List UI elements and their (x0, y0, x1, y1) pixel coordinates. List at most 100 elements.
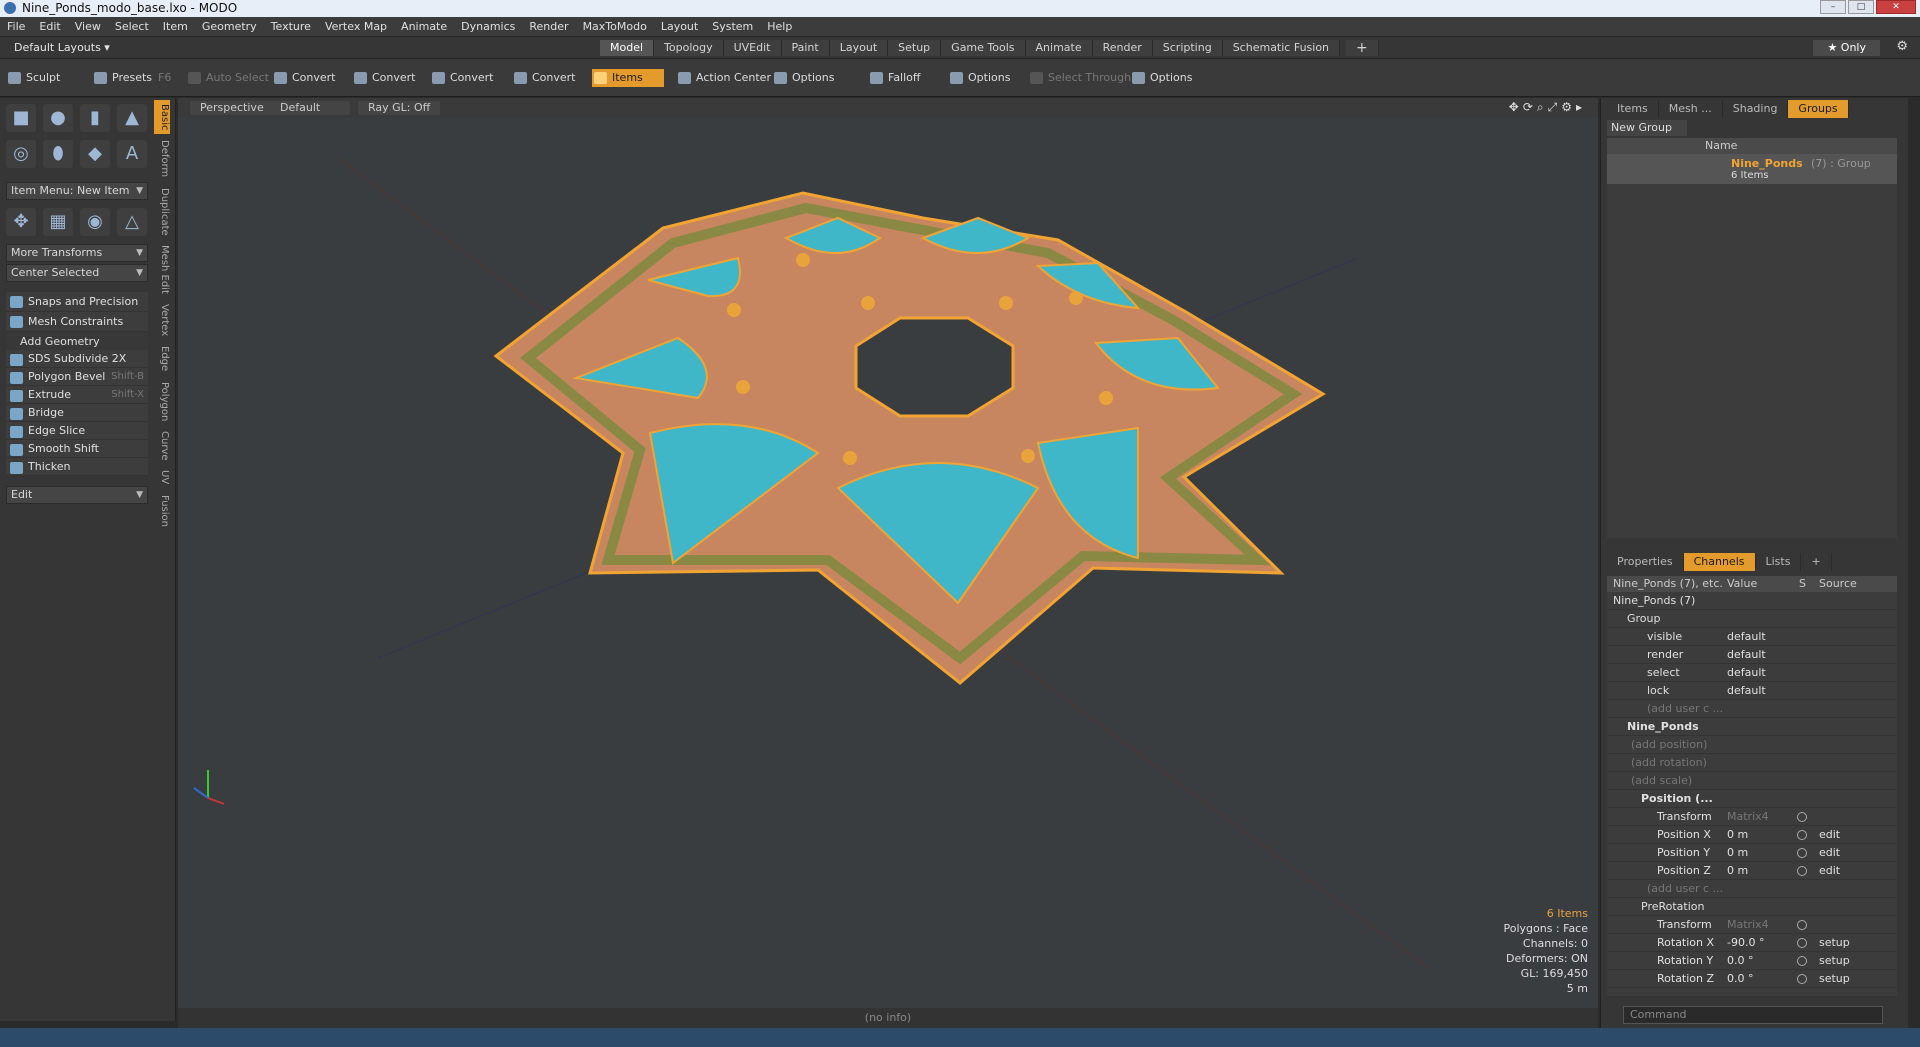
channel-state-icon[interactable] (1797, 974, 1807, 984)
sculpt-button[interactable]: Sculpt (6, 69, 60, 87)
channel-state-icon[interactable] (1797, 938, 1807, 948)
cylinder-icon[interactable]: ▮ (80, 104, 110, 132)
vtab-duplicate[interactable]: Duplicate (154, 184, 170, 240)
channel-row[interactable]: Position X 0 m edit (1607, 826, 1897, 844)
vtab-basic[interactable]: Basic (154, 100, 170, 135)
tab-paint[interactable]: Paint (781, 40, 830, 56)
vtab-curve[interactable]: Curve (154, 427, 170, 465)
menu-layout[interactable]: Layout (654, 17, 705, 37)
tab-setup[interactable]: Setup (888, 40, 942, 56)
tool-extrude[interactable]: Extrude Shift-X (6, 386, 148, 404)
convert-vertices-button[interactable]: Convert (272, 69, 336, 87)
tab-groups[interactable]: Groups (1788, 100, 1849, 118)
shading-dropdown[interactable]: Default (270, 101, 350, 115)
snaps-button[interactable]: Snaps and Precision (6, 292, 148, 312)
channel-row[interactable]: Position (... (1607, 790, 1897, 808)
tab-uvedit[interactable]: UVEdit (723, 40, 782, 56)
viewport-nav-icons[interactable]: ✥⟳⌕⤢⚙▸ (1509, 100, 1586, 115)
tab-items[interactable]: Items (1607, 100, 1659, 118)
channel-row[interactable]: visible default (1607, 628, 1897, 646)
channel-row[interactable]: render default (1607, 646, 1897, 664)
channel-state-icon[interactable] (1797, 866, 1807, 876)
channel-row[interactable]: (add user c ... (1607, 700, 1897, 718)
tab-topology[interactable]: Topology (654, 40, 724, 56)
tab-schematic-fusion[interactable]: Schematic Fusion (1222, 40, 1341, 56)
torus-icon[interactable]: ◎ (6, 140, 36, 168)
channel-state-icon[interactable] (1797, 920, 1807, 930)
vtab-uv[interactable]: UV (154, 466, 170, 488)
new-group-button[interactable]: New Group (1607, 120, 1687, 136)
capsule-icon[interactable]: ⬮ (43, 140, 73, 168)
cone-icon[interactable]: ▲ (117, 104, 147, 132)
falloff-options-button[interactable]: Options (948, 69, 1010, 87)
tab-render[interactable]: Render (1092, 40, 1153, 56)
edit-dropdown[interactable]: Edit ▼ (6, 486, 148, 504)
tab-game-tools[interactable]: Game Tools (941, 40, 1026, 56)
tool-smooth-shift[interactable]: Smooth Shift (6, 440, 148, 458)
more-transforms-dropdown[interactable]: More Transforms ▼ (6, 244, 148, 262)
menu-dynamics[interactable]: Dynamics (454, 17, 522, 37)
tab-model[interactable]: Model (600, 40, 655, 56)
default-layouts-dropdown[interactable]: Default Layouts ▾ (14, 40, 110, 56)
item-menu-dropdown[interactable]: Item Menu: New Item ▼ (6, 182, 148, 200)
tab-channels[interactable]: Channels (1683, 553, 1756, 571)
3d-viewport[interactable]: Perspective Default Ray GL: Off ✥⟳⌕⤢⚙▸ 6… (178, 98, 1598, 1008)
menu-view[interactable]: View (68, 17, 108, 37)
pen-icon[interactable]: ◆ (80, 140, 110, 168)
convert-polygons-button[interactable]: Convert (430, 69, 494, 87)
menu-maxtomodo[interactable]: MaxToModo (576, 17, 654, 37)
menu-help[interactable]: Help (760, 17, 799, 37)
tool-edge-slice[interactable]: Edge Slice (6, 422, 148, 440)
channel-row[interactable]: Nine_Ponds (7) (1607, 592, 1897, 610)
minimize-button[interactable]: – (1820, 0, 1846, 14)
menu-animate[interactable]: Animate (394, 17, 454, 37)
channel-row[interactable]: Transform Matrix4 (1607, 808, 1897, 826)
text-icon[interactable]: A (117, 140, 147, 168)
tab-add[interactable]: + (1801, 553, 1832, 571)
action-center-button[interactable]: Action Center (676, 69, 771, 87)
only-toggle[interactable]: ★ Only (1813, 40, 1880, 56)
convert-edges-button[interactable]: Convert (352, 69, 416, 87)
menu-render[interactable]: Render (522, 17, 575, 37)
channel-row[interactable]: select default (1607, 664, 1897, 682)
channel-row[interactable]: (add position) (1607, 736, 1897, 754)
tool-polygon-bevel[interactable]: Polygon Bevel Shift-B (6, 368, 148, 386)
menu-edit[interactable]: Edit (32, 17, 67, 37)
channel-state-icon[interactable] (1797, 848, 1807, 858)
menu-item[interactable]: Item (156, 17, 195, 37)
vtab-polygon[interactable]: Polygon (154, 378, 170, 425)
add-geometry-header[interactable]: Add Geometry (6, 332, 148, 352)
menu-texture[interactable]: Texture (264, 17, 318, 37)
tool-bridge[interactable]: Bridge (6, 404, 148, 422)
presets-button[interactable]: Presets F6 (92, 69, 171, 87)
channel-row[interactable]: Position Y 0 m edit (1607, 844, 1897, 862)
tab-mesh[interactable]: Mesh ... (1659, 100, 1723, 118)
convert-materials-button[interactable]: Convert (512, 69, 576, 87)
tool-sds-subdivide-2x[interactable]: SDS Subdivide 2X (6, 350, 148, 368)
channel-row[interactable]: Group (1607, 610, 1897, 628)
menu-select[interactable]: Select (108, 17, 156, 37)
menu-file[interactable]: File (0, 17, 32, 37)
menu-system[interactable]: System (705, 17, 760, 37)
sphere-icon[interactable]: ● (43, 104, 73, 132)
tab-properties[interactable]: Properties (1607, 553, 1684, 571)
action-center-options-button[interactable]: Options (772, 69, 834, 87)
channel-row[interactable]: (add scale) (1607, 772, 1897, 790)
globe-icon[interactable]: ◉ (80, 208, 110, 236)
channel-row[interactable]: PreRotation (1607, 898, 1897, 916)
tab-lists[interactable]: Lists (1756, 553, 1802, 571)
maximize-button[interactable]: □ (1848, 0, 1874, 14)
channel-state-icon[interactable] (1797, 812, 1807, 822)
tab-layout[interactable]: Layout (829, 40, 889, 56)
channel-row[interactable]: lock default (1607, 682, 1897, 700)
group-row[interactable]: Nine_Ponds (7) : Group 6 Items (1607, 154, 1897, 184)
channel-row[interactable]: (add rotation) (1607, 754, 1897, 772)
tab-animate[interactable]: Animate (1025, 40, 1093, 56)
channel-row[interactable]: Position Z 0 m edit (1607, 862, 1897, 880)
vtab-mesh-edit[interactable]: Mesh Edit (154, 241, 170, 298)
vtab-deform[interactable]: Deform (154, 136, 170, 181)
add-layout-icon[interactable]: + (1346, 40, 1379, 56)
view-type-dropdown[interactable]: Perspective (190, 101, 274, 115)
select-through-button[interactable]: Select Through (1028, 69, 1131, 87)
transform-icon[interactable]: ✥ (6, 208, 36, 236)
